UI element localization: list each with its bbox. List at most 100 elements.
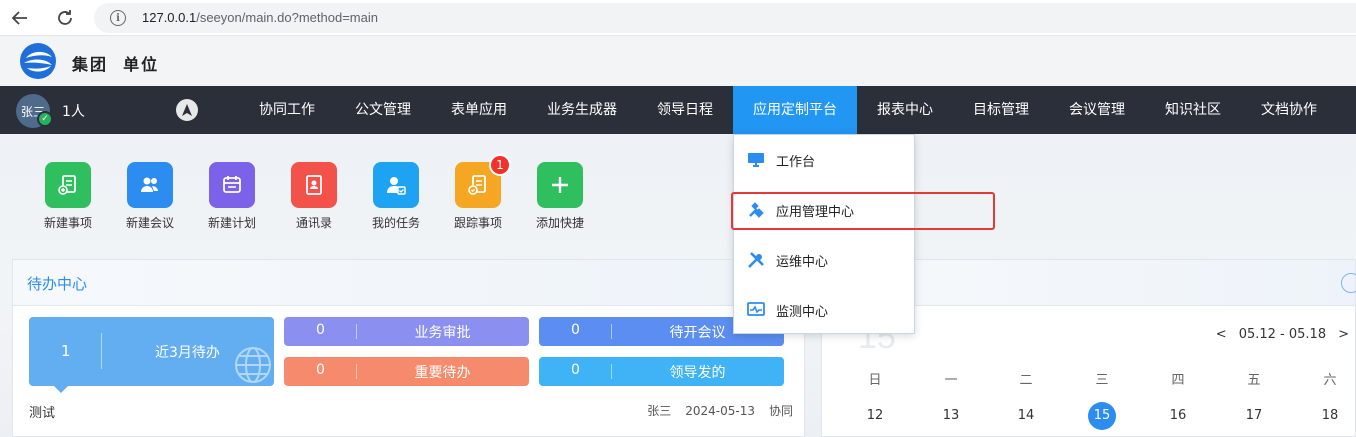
nav-item-docs[interactable]: 公文管理 [340, 86, 426, 134]
menu-item-workbench[interactable]: 工作台 [734, 135, 914, 185]
nav-item-knowledge[interactable]: 知识社区 [1150, 86, 1236, 134]
quick-track-items[interactable]: 1 跟踪事项 [443, 154, 513, 231]
org-name: 集团 单位 [72, 51, 159, 75]
stat-pointer [53, 385, 69, 393]
weekday-label: 六 [1323, 373, 1337, 388]
stat-count: 0 [571, 322, 580, 338]
todo-title: 待办中心 [27, 275, 88, 293]
calendar-day[interactable]: 13 [936, 403, 966, 429]
new-meeting-icon [127, 162, 173, 208]
stat-recent-todo[interactable]: 1 近3月待办 [29, 317, 274, 393]
nav-item-goals[interactable]: 目标管理 [958, 86, 1044, 134]
calendar-day[interactable]: 16 [1163, 403, 1193, 429]
calendar-day[interactable]: 17 [1239, 403, 1269, 429]
stat-label: 领导发的 [669, 365, 726, 381]
quick-label: 新建会议 [125, 216, 174, 230]
calendar-more-icon[interactable] [1341, 273, 1356, 293]
quick-label: 新建事项 [43, 216, 92, 230]
menu-item-label: 工作台 [776, 154, 816, 170]
todo-item-title[interactable]: 测试 [29, 402, 55, 421]
quick-label: 添加快捷 [535, 216, 584, 230]
calendar-range: <05.12 - 05.18 > [1210, 327, 1355, 342]
weekday-label: 日 [868, 373, 882, 388]
contacts-icon [291, 162, 337, 208]
menu-item-label: 运维中心 [776, 254, 829, 270]
online-count[interactable]: 1人 [62, 101, 85, 121]
weekday-label: 四 [1171, 373, 1185, 388]
track-items-icon: 1 [455, 154, 511, 208]
quick-add-shortcut[interactable]: 添加快捷 [525, 162, 595, 231]
weekday-label: 一 [944, 373, 958, 388]
nav-item-biz-generator[interactable]: 业务生成器 [532, 86, 632, 134]
online-check-icon: ✓ [37, 111, 53, 127]
back-arrow-icon[interactable] [8, 6, 32, 30]
stat-label: 业务审批 [414, 325, 471, 341]
calendar-day[interactable]: 18 [1315, 403, 1345, 429]
app-header: 集团 单位 [0, 36, 1356, 86]
nav-item-meetings[interactable]: 会议管理 [1054, 86, 1140, 134]
new-item-icon [45, 162, 91, 208]
menu-item-monitor-center[interactable]: 监测中心 [734, 285, 914, 335]
stat-label: 近3月待办 [155, 345, 220, 361]
nav-item-app-platform[interactable]: 应用定制平台 [733, 86, 857, 134]
stat-count: 0 [571, 362, 580, 378]
quick-label: 新建计划 [207, 216, 256, 230]
todo-item-type: 协同 [768, 404, 793, 418]
quick-new-plan[interactable]: 新建计划 [197, 162, 267, 231]
wrench-icon [746, 250, 766, 270]
quick-new-meeting[interactable]: 新建会议 [115, 162, 185, 231]
stat-label: 重要待办 [414, 365, 471, 381]
calendar-day[interactable]: 14 [1011, 403, 1041, 429]
todo-item-sender: 张三 [647, 404, 672, 418]
url-text: 127.0.0.1/seeyon/main.do?method=main [142, 10, 378, 25]
stat-divider [101, 333, 102, 369]
quick-label: 跟踪事项 [453, 216, 502, 230]
stat-count: 1 [61, 342, 71, 360]
todo-item-meta: 张三 2024-05-13 协同 [633, 402, 793, 419]
calendar-day-today[interactable]: 15 [1088, 402, 1116, 430]
quick-new-item[interactable]: 新建事项 [33, 162, 103, 231]
stat-from-leader[interactable]: 0 领导发的 [539, 357, 784, 386]
stat-biz-approval[interactable]: 0 业务审批 [284, 317, 529, 346]
org-group-label: 集团 [72, 55, 109, 74]
quick-my-tasks[interactable]: 我的任务 [361, 162, 431, 231]
globe-icon [234, 346, 272, 384]
calendar-day[interactable]: 12 [860, 403, 890, 429]
calendar-next-button[interactable]: > [1338, 327, 1349, 342]
seeyon-logo-icon [18, 41, 58, 81]
weekday-label: 二 [1019, 373, 1033, 388]
site-info-icon[interactable]: i [110, 10, 126, 26]
org-unit-label: 单位 [123, 55, 160, 74]
stat-count: 0 [316, 362, 325, 378]
stat-count: 0 [316, 322, 325, 338]
weekday-label: 三 [1095, 373, 1109, 388]
main-nav: 张三 ✓ 1人 协同工作 公文管理 表单应用 业务生成器 领导日程 应用定制平台… [0, 86, 1356, 134]
new-plan-icon [209, 162, 255, 208]
quick-label: 通讯录 [295, 216, 332, 230]
nav-item-forms[interactable]: 表单应用 [436, 86, 522, 134]
calendar-prev-button[interactable]: < [1216, 327, 1227, 342]
plus-icon [537, 162, 583, 208]
todo-panel: 待办中心 1 近3月待办 0 业务审批 0 待开会议 0 重要待办 0 领导发的… [12, 259, 805, 437]
browser-toolbar: i 127.0.0.1/seeyon/main.do?method=main [0, 0, 1356, 36]
reload-icon[interactable] [53, 6, 77, 30]
todo-item-date: 2024-05-13 [685, 404, 755, 418]
notification-badge: 1 [489, 154, 511, 176]
app-platform-dropdown: 工作台 应用管理中心 运维中心 监测中心 [733, 134, 915, 334]
monitor-icon [746, 150, 766, 170]
calendar-range-label: 05.12 - 05.18 [1238, 327, 1327, 342]
highlight-annotation [731, 192, 995, 230]
todo-header: 待办中心 [13, 260, 804, 306]
quick-contacts[interactable]: 通讯录 [279, 162, 349, 231]
nav-item-reports[interactable]: 报表中心 [862, 86, 948, 134]
stat-important-todo[interactable]: 0 重要待办 [284, 357, 529, 386]
menu-item-ops-center[interactable]: 运维中心 [734, 235, 914, 285]
my-tasks-icon [373, 162, 419, 208]
monitor-pulse-icon [746, 300, 766, 320]
nav-item-doc-collab[interactable]: 文档协作 [1246, 86, 1332, 134]
menu-item-label: 监测中心 [776, 304, 829, 320]
nav-home-icon[interactable] [176, 99, 198, 121]
address-bar[interactable]: i 127.0.0.1/seeyon/main.do?method=main [94, 3, 1356, 33]
nav-item-leader-schedule[interactable]: 领导日程 [642, 86, 728, 134]
nav-item-collab[interactable]: 协同工作 [244, 86, 330, 134]
